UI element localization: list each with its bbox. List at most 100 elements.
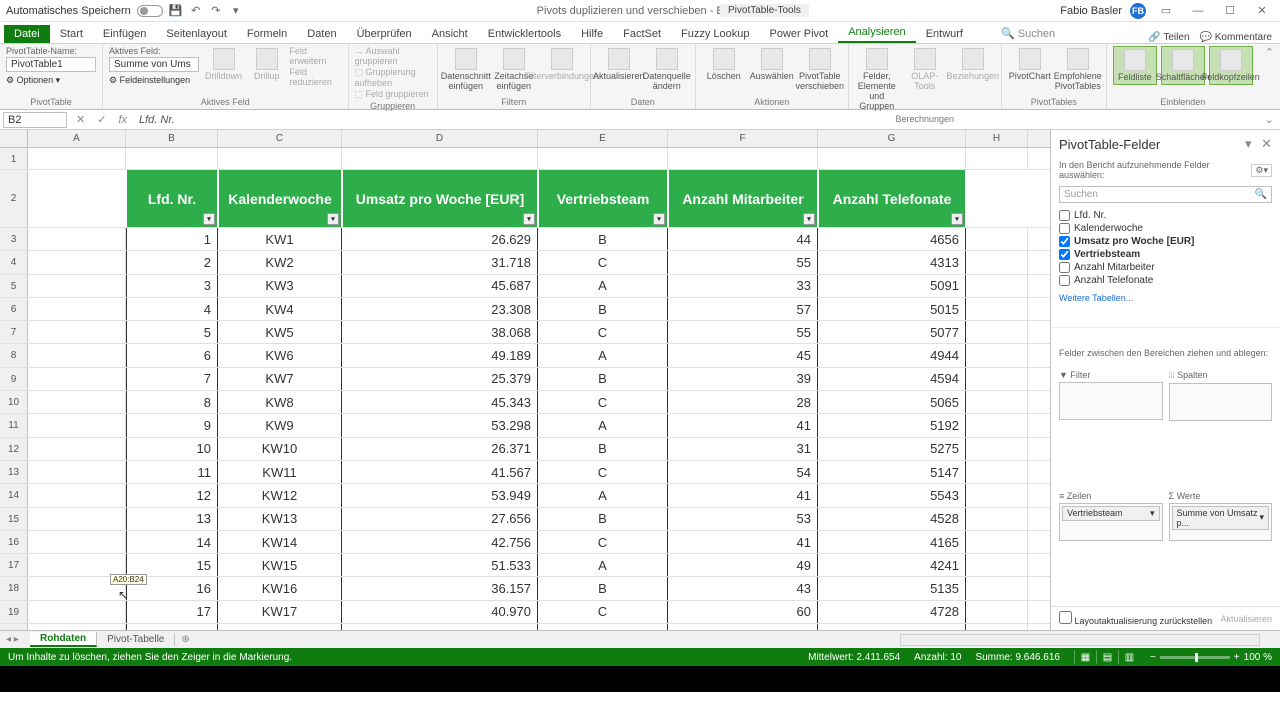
row-header[interactable]: 17	[0, 554, 28, 576]
olap-tools-button[interactable]: OLAP-Tools	[903, 46, 947, 93]
cell[interactable]: 39	[668, 368, 818, 390]
cell[interactable]: KW12	[218, 484, 342, 506]
group-field-button[interactable]: ⬚ Feld gruppieren	[355, 89, 431, 100]
maximize-button[interactable]: ☐	[1218, 2, 1242, 20]
cell[interactable]: B	[538, 508, 668, 530]
cell[interactable]: B	[538, 368, 668, 390]
taskpane-options-icon[interactable]: ▾	[1245, 136, 1252, 151]
filter-dropdown-icon[interactable]: ▾	[653, 213, 665, 225]
cell[interactable]: KW15	[218, 554, 342, 576]
tab-analysieren[interactable]: Analysieren	[838, 23, 915, 43]
select-button[interactable]: Auswählen	[750, 46, 794, 83]
cell[interactable]: 17	[126, 601, 218, 623]
area-rows-box[interactable]: Vertriebsteam▾	[1059, 503, 1163, 541]
undo-icon[interactable]: ↶	[189, 4, 203, 18]
cell[interactable]: 11	[126, 461, 218, 483]
horizontal-scrollbar[interactable]	[900, 634, 1260, 646]
cell[interactable]: KW16	[218, 577, 342, 599]
comments-button[interactable]: 💬 Kommentare	[1200, 32, 1272, 43]
cell[interactable]: KW4	[218, 298, 342, 320]
insert-slicer-button[interactable]: Datenschnitt einfügen	[444, 46, 488, 93]
cancel-formula-icon[interactable]: ✕	[70, 113, 91, 126]
cell[interactable]: 5135	[818, 577, 966, 599]
row-header[interactable]: 16	[0, 531, 28, 553]
filter-dropdown-icon[interactable]: ▾	[203, 213, 215, 225]
col-header-F[interactable]: F	[668, 130, 818, 147]
field-checkbox[interactable]	[1059, 275, 1070, 286]
close-button[interactable]: ✕	[1250, 2, 1274, 20]
tab-hilfe[interactable]: Hilfe	[571, 25, 613, 43]
cell[interactable]: 5275	[818, 438, 966, 460]
activefield-input[interactable]: Summe von Ums	[109, 57, 199, 72]
col-header-H[interactable]: H	[966, 130, 1028, 147]
tab-ansicht[interactable]: Ansicht	[422, 25, 478, 43]
filter-dropdown-icon[interactable]: ▾	[803, 213, 815, 225]
cell[interactable]: KW5	[218, 321, 342, 343]
table-header-cell[interactable]: Kalenderwoche▾	[218, 170, 342, 227]
fieldheaders-button[interactable]: Feldkopfzeilen	[1209, 46, 1253, 85]
pivot-field-item[interactable]: Lfd. Nr.	[1059, 209, 1272, 222]
table-header-cell[interactable]: Vertriebsteam▾	[538, 170, 668, 227]
taskpane-close-icon[interactable]: ✕	[1261, 136, 1272, 151]
cell[interactable]: 41	[668, 414, 818, 436]
row-header[interactable]: 14	[0, 484, 28, 506]
sheet-tab-pivot[interactable]: Pivot-Tabelle	[97, 633, 175, 646]
field-checkbox[interactable]	[1059, 249, 1070, 260]
cell[interactable]: KW8	[218, 391, 342, 413]
area-values-item[interactable]: Summe von Umsatz p...▾	[1172, 506, 1270, 530]
row-header[interactable]: 9	[0, 368, 28, 390]
row-header[interactable]: 1	[0, 148, 28, 169]
cell[interactable]: 57	[668, 298, 818, 320]
cell[interactable]: 2	[126, 251, 218, 273]
filter-connections-button[interactable]: Filterverbindungen	[540, 46, 584, 83]
filter-dropdown-icon[interactable]: ▾	[523, 213, 535, 225]
formula-input[interactable]: Lfd. Nr.	[133, 113, 1259, 127]
cell[interactable]: 31	[668, 438, 818, 460]
tab-powerpivot[interactable]: Power Pivot	[760, 25, 839, 43]
cell[interactable]: C	[538, 321, 668, 343]
pivot-field-item[interactable]: Anzahl Mitarbeiter	[1059, 261, 1272, 274]
row-header[interactable]: 7	[0, 321, 28, 343]
cell[interactable]: 10	[126, 438, 218, 460]
cell[interactable]: 45.343	[342, 391, 538, 413]
row-header[interactable]: 6	[0, 298, 28, 320]
cell[interactable]: 5015	[818, 298, 966, 320]
spreadsheet-grid[interactable]: A B C D E F G H 12Lfd. Nr.▾Kalenderwoche…	[0, 130, 1050, 630]
cell[interactable]: A	[538, 344, 668, 366]
insert-timeline-button[interactable]: Zeitachse einfügen	[492, 46, 536, 93]
avatar[interactable]: FB	[1130, 3, 1146, 19]
cell[interactable]: A	[538, 484, 668, 506]
row-header[interactable]: 4	[0, 251, 28, 273]
field-checkbox[interactable]	[1059, 262, 1070, 273]
cell[interactable]: KW6	[218, 344, 342, 366]
taskpane-gear-icon[interactable]: ⚙▾	[1251, 164, 1272, 177]
cell[interactable]: 5192	[818, 414, 966, 436]
filter-dropdown-icon[interactable]: ▾	[951, 213, 963, 225]
cell[interactable]: 6	[126, 344, 218, 366]
tab-entwicklertools[interactable]: Entwicklertools	[478, 25, 571, 43]
cell[interactable]: 26.629	[342, 228, 538, 250]
fields-items-button[interactable]: Felder, Elemente und Gruppen	[855, 46, 899, 113]
tab-start[interactable]: Start	[50, 25, 93, 43]
field-checkbox[interactable]	[1059, 223, 1070, 234]
cell[interactable]: 4656	[818, 228, 966, 250]
cell[interactable]: 4944	[818, 344, 966, 366]
cell[interactable]: 7	[126, 368, 218, 390]
name-box[interactable]: B2	[3, 112, 67, 128]
sheet-nav-icons[interactable]: ◂ ▸	[6, 634, 19, 645]
cell[interactable]: 53.949	[342, 484, 538, 506]
field-settings-button[interactable]: ⚙ Feldeinstellungen	[109, 75, 199, 86]
view-pagelayout-icon[interactable]: ▤	[1096, 650, 1118, 664]
cell[interactable]: 55	[668, 251, 818, 273]
change-source-button[interactable]: Datenquelle ändern	[645, 46, 689, 93]
cell[interactable]: 55	[668, 321, 818, 343]
zoom-in-button[interactable]: +	[1234, 652, 1240, 663]
cell[interactable]: 49.189	[342, 344, 538, 366]
drilldown-button[interactable]: Drilldown	[203, 46, 244, 83]
share-button[interactable]: 🔗 Teilen	[1148, 32, 1189, 43]
tab-factset[interactable]: FactSet	[613, 25, 671, 43]
minimize-button[interactable]: —	[1186, 2, 1210, 20]
cell[interactable]: 23.308	[342, 298, 538, 320]
cell[interactable]: KW7	[218, 368, 342, 390]
cell[interactable]: B	[538, 438, 668, 460]
